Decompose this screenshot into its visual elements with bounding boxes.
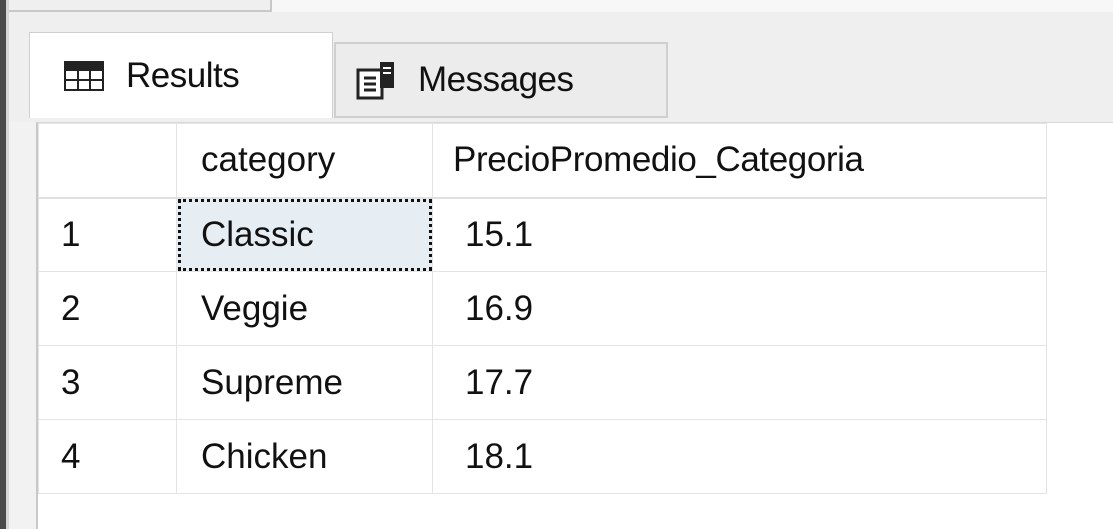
tab-results-label: Results [126, 55, 240, 95]
table-row: 2 Veggie 16.9 [38, 271, 1047, 346]
tab-results[interactable]: Results [29, 32, 333, 118]
row-number[interactable]: 4 [38, 419, 177, 494]
cell-price[interactable]: 16.9 [432, 271, 1047, 346]
messages-icon [356, 60, 396, 100]
table-row: 3 Supreme 17.7 [38, 345, 1047, 420]
row-number[interactable]: 2 [38, 271, 177, 346]
grid-icon [64, 60, 104, 91]
header-row: category PrecioPromedio_Categoria [38, 123, 1047, 199]
splitter-handle[interactable] [0, 0, 272, 12]
cell-category[interactable]: Classic [176, 197, 433, 272]
tab-messages[interactable]: Messages [334, 42, 668, 118]
column-header-category[interactable]: category [176, 123, 433, 199]
cell-price[interactable]: 17.7 [432, 345, 1047, 420]
cell-category[interactable]: Veggie [176, 271, 433, 346]
column-header-precio[interactable]: PrecioPromedio_Categoria [432, 123, 1047, 199]
table-row: 1 Classic 15.1 [38, 197, 1047, 272]
cell-price[interactable]: 18.1 [432, 419, 1047, 494]
results-pane: category PrecioPromedio_Categoria 1 Clas… [36, 122, 1113, 529]
row-number[interactable]: 1 [38, 197, 177, 272]
tab-messages-label: Messages [418, 60, 574, 99]
results-grid: category PrecioPromedio_Categoria 1 Clas… [38, 123, 1047, 494]
tab-row: Results Messages [9, 12, 1113, 122]
cell-category[interactable]: Supreme [176, 345, 433, 420]
cell-price[interactable]: 15.1 [432, 197, 1047, 272]
cell-category[interactable]: Chicken [176, 419, 433, 494]
table-row: 4 Chicken 18.1 [38, 419, 1047, 494]
row-number-header[interactable] [38, 123, 177, 199]
results-window: Results Messages category PrecioPromedio… [0, 0, 1113, 529]
row-number[interactable]: 3 [38, 345, 177, 420]
